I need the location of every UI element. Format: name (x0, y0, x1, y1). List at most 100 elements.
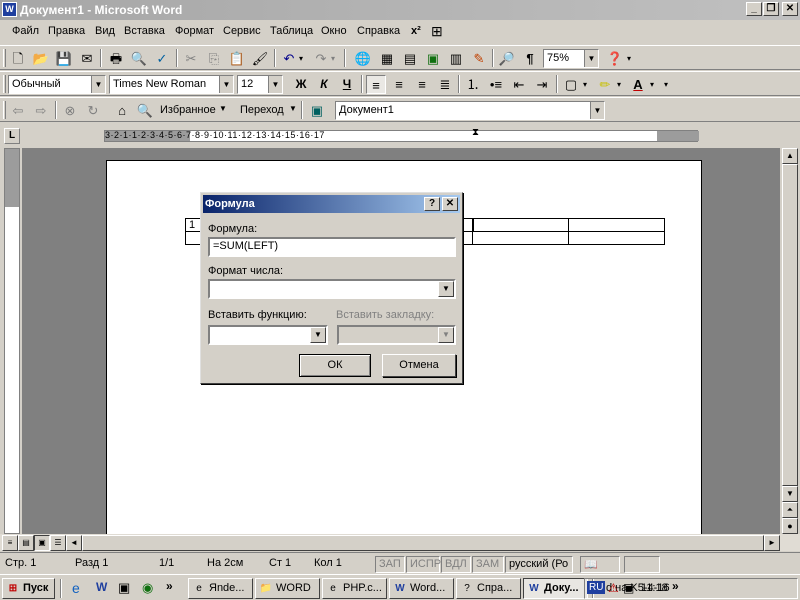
dialog-help-button[interactable]: ? (424, 197, 440, 211)
new-document-icon[interactable]: 🗋 (8, 49, 28, 68)
drawing-icon[interactable]: ✎ (469, 49, 489, 68)
toolbar-options-icon[interactable]: ▾ (661, 75, 671, 94)
insert-table-icon[interactable]: ▤ (400, 49, 420, 68)
favorites-menu[interactable]: Избранное (160, 104, 216, 116)
show-formatting-icon[interactable]: ¶ (520, 49, 540, 68)
refresh-icon[interactable]: ↻ (83, 101, 103, 120)
style-select[interactable]: Обычный ▼ (8, 75, 106, 94)
spelling-icon[interactable]: ✓ (152, 49, 172, 68)
table-cell[interactable] (472, 231, 570, 245)
bold-button[interactable]: Ж (291, 75, 311, 94)
restore-button[interactable]: ❐ (763, 2, 779, 16)
underline-button[interactable]: Ч (337, 75, 357, 94)
align-center-icon[interactable]: ≡ (389, 75, 409, 94)
border-dropdown-icon[interactable]: ▾ (580, 75, 590, 94)
menu-tools[interactable]: Сервис (223, 25, 261, 37)
desktop-quicklaunch-icon[interactable]: ▣ (118, 580, 130, 596)
menu-view[interactable]: Вид (95, 25, 115, 37)
scroll-thumb[interactable] (782, 164, 798, 486)
toolbar-options-icon[interactable]: ▾ (624, 49, 634, 68)
indent-marker-icon[interactable]: ⧗ (472, 127, 479, 138)
align-left-icon[interactable]: ≡ (366, 75, 386, 94)
scroll-down-icon[interactable]: ▼ (782, 486, 798, 502)
toolbar-grip[interactable] (3, 75, 6, 93)
copy-icon[interactable]: ⎘ (204, 49, 224, 68)
print-icon[interactable]: 🖶 (106, 49, 126, 68)
bullets-icon[interactable]: •≡ (486, 75, 506, 94)
redo-dropdown-icon[interactable]: ▾ (328, 49, 338, 68)
scroll-left-icon[interactable]: ◄ (66, 535, 82, 551)
chevron-down-icon[interactable]: ▼ (438, 327, 454, 343)
zoom-select[interactable]: 75% ▼ (543, 49, 599, 68)
vertical-scrollbar[interactable]: ▲ ▼ ⏶ ● (782, 148, 798, 534)
save-icon[interactable]: 💾 (54, 49, 74, 68)
prev-page-icon[interactable]: ⏶ (782, 502, 798, 518)
language-indicator[interactable]: RU (587, 581, 606, 594)
stop-icon[interactable]: ⊗ (60, 101, 80, 120)
back-icon[interactable]: ⇦ (8, 101, 28, 120)
ie-quicklaunch-icon[interactable]: e (72, 580, 80, 596)
print-preview-icon[interactable]: 🔍 (129, 49, 149, 68)
chevron-down-icon[interactable]: ▼ (91, 76, 105, 93)
web-view-icon[interactable]: ▤ (18, 535, 34, 551)
status-record[interactable]: ЗАП (375, 556, 405, 573)
draw-table-icon[interactable]: ⊞ (431, 23, 443, 40)
highlight-dropdown-icon[interactable]: ▾ (614, 75, 624, 94)
start-button[interactable]: ⊞ Пуск (2, 578, 55, 599)
address-combo[interactable]: Документ1 ▼ (335, 101, 605, 120)
toolbar-grip[interactable] (3, 101, 6, 119)
chevron-down-icon[interactable]: ▼ (590, 102, 604, 119)
format-painter-icon[interactable]: 🖌 (250, 49, 270, 68)
dialog-close-button[interactable]: ✕ (442, 197, 458, 211)
menu-help[interactable]: Справка (357, 25, 400, 37)
insert-bookmark-select[interactable]: ▼ (337, 325, 456, 345)
hyperlink-icon[interactable]: 🌐 (353, 49, 373, 68)
decrease-indent-icon[interactable]: ⇤ (509, 75, 529, 94)
chevron-down-icon[interactable]: ▼ (584, 50, 598, 67)
horizontal-scroll-thumb[interactable] (82, 535, 764, 551)
font-color-icon[interactable]: A (628, 75, 648, 94)
border-icon[interactable]: ▢ (561, 75, 581, 94)
scroll-right-icon[interactable]: ► (764, 535, 780, 551)
taskbar-button-word[interactable]: W Word... (389, 578, 454, 599)
print-view-icon[interactable]: ▣ (34, 535, 50, 551)
forward-icon[interactable]: ⇨ (31, 101, 51, 120)
chevron-down-icon[interactable]: ▼ (310, 327, 326, 343)
taskbar-button-help[interactable]: ? Спра... (456, 578, 521, 599)
table-cell[interactable] (568, 218, 665, 232)
minimize-button[interactable]: _ (746, 2, 762, 16)
show-web-toolbar-icon[interactable]: ▣ (307, 101, 327, 120)
superscript-icon[interactable]: x² (411, 25, 421, 37)
font-size-select[interactable]: 12 ▼ (237, 75, 283, 94)
chevron-down-icon[interactable]: ▼ (289, 104, 297, 113)
chevron-down-icon[interactable]: ▼ (438, 281, 454, 297)
cancel-button[interactable]: Отмена (382, 354, 456, 377)
tab-selector[interactable]: L (4, 128, 20, 144)
justify-icon[interactable]: ≣ (435, 75, 455, 94)
formula-input[interactable]: =SUM(LEFT) (208, 237, 456, 257)
chevron-down-icon[interactable]: ▼ (219, 104, 227, 113)
taskbar-button-php[interactable]: e PHP.c... (322, 578, 387, 599)
increase-indent-icon[interactable]: ⇥ (532, 75, 552, 94)
number-format-select[interactable]: ▼ (208, 279, 456, 299)
cut-icon[interactable]: ✂ (181, 49, 201, 68)
open-folder-icon[interactable]: 📂 (31, 49, 51, 68)
table-cell[interactable] (568, 231, 665, 245)
ok-button[interactable]: ОК (299, 354, 371, 377)
undo-dropdown-icon[interactable]: ▾ (296, 49, 306, 68)
status-language[interactable]: русский (Ро (505, 556, 573, 573)
app-quicklaunch-icon[interactable]: ◉ (142, 580, 153, 596)
taskbar-button-word-folder[interactable]: 📁 WORD (255, 578, 320, 599)
word-quicklaunch-icon[interactable]: W (96, 580, 107, 594)
highlight-icon[interactable]: ✏ (595, 75, 615, 94)
status-extend[interactable]: ВДЛ (441, 556, 471, 573)
tables-borders-icon[interactable]: ▦ (377, 49, 397, 68)
menu-format[interactable]: Формат (175, 25, 214, 37)
menu-file[interactable]: Файл (12, 25, 39, 37)
menu-window[interactable]: Окно (321, 25, 347, 37)
goto-menu[interactable]: Переход (240, 104, 284, 116)
italic-button[interactable]: К (314, 75, 334, 94)
select-browse-object-icon[interactable]: ● (782, 518, 798, 534)
numbering-icon[interactable]: ⒈ (463, 75, 483, 94)
chevron-down-icon[interactable]: ▼ (219, 76, 233, 93)
